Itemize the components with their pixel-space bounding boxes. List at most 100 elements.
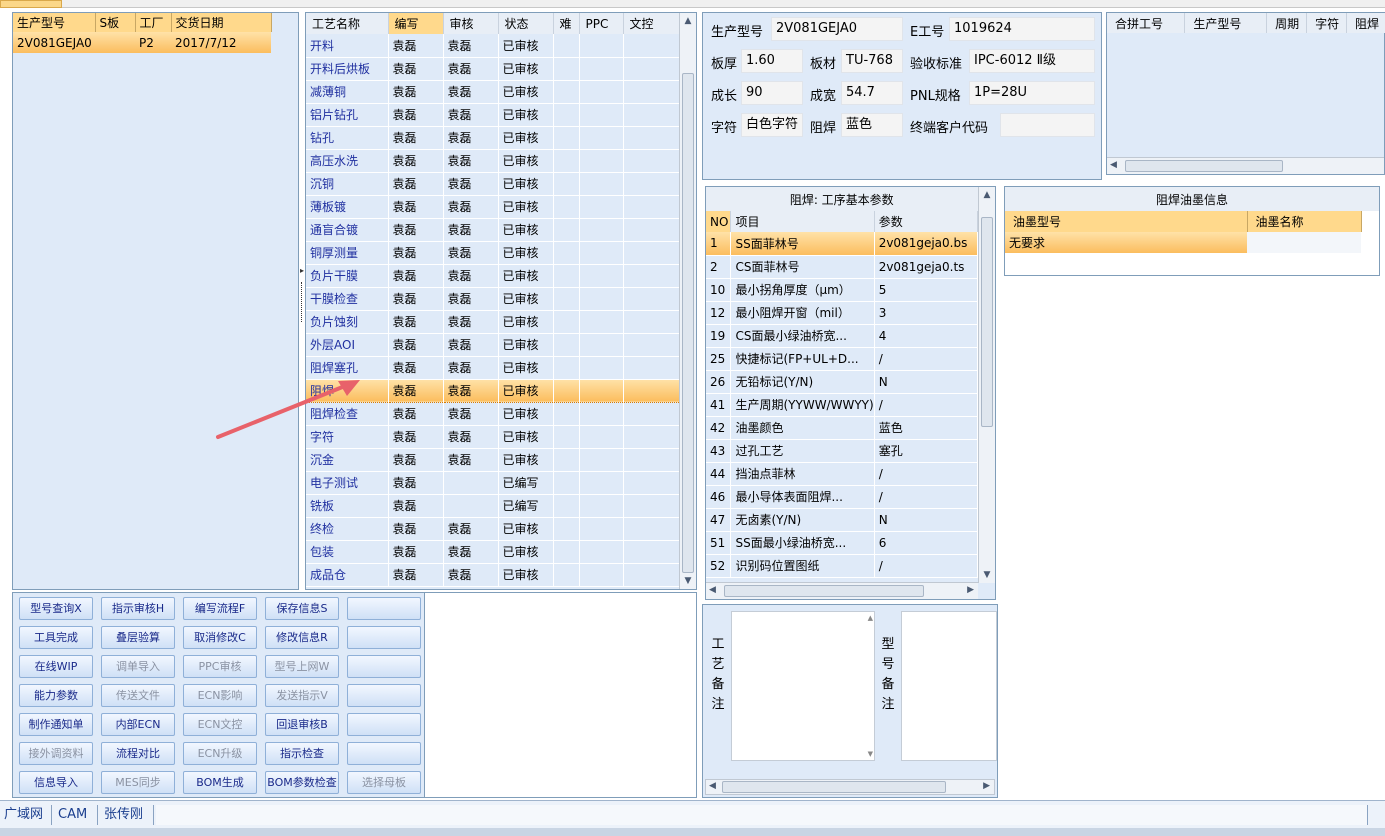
table-row[interactable]: 终检 袁磊 袁磊 已审核	[306, 517, 680, 541]
model-value-field[interactable]: 2V081GEJA0	[771, 17, 903, 41]
action-button[interactable]: 在线WIP	[19, 655, 93, 678]
col-header-param[interactable]: 参数	[874, 211, 979, 232]
col-header-s[interactable]: S板	[95, 13, 136, 32]
table-row[interactable]: 26 无铅标记(Y/N) N	[706, 370, 979, 394]
table-row[interactable]: 52 识别码位置图纸 /	[706, 554, 979, 578]
col-header-period[interactable]: 周期	[1266, 13, 1308, 33]
col-header-ppc[interactable]: PPC	[579, 13, 624, 34]
col-header-comb-no[interactable]: 合拼工号	[1107, 13, 1186, 33]
action-button[interactable]: 调单导入	[101, 655, 175, 678]
action-button[interactable]: BOM生成	[183, 771, 257, 794]
scroll-right-icon[interactable]: ▶	[967, 585, 974, 595]
table-row[interactable]: 通盲合镀 袁磊 袁磊 已审核	[306, 218, 680, 242]
table-row[interactable]: 41 生产周期(YYWW/WWYY) /	[706, 393, 979, 417]
action-button[interactable]: 信息导入	[19, 771, 93, 794]
action-button[interactable]: PPC审核	[183, 655, 257, 678]
table-row[interactable]: 开料后烘板 袁磊 袁磊 已审核	[306, 57, 680, 81]
action-button[interactable]: ECN影响	[183, 684, 257, 707]
standard-field[interactable]: IPC-6012 Ⅱ级	[969, 49, 1095, 73]
col-header-char[interactable]: 字符	[1306, 13, 1347, 33]
col-header-factory[interactable]: 工厂	[135, 13, 172, 32]
col-header-reviewer[interactable]: 审核	[443, 13, 499, 34]
action-button[interactable]: 发送指示V	[265, 684, 339, 707]
table-row[interactable]: 2V081GEJA0 P2 2017/7/12	[13, 32, 271, 53]
thickness-field[interactable]: 1.60	[741, 49, 803, 73]
action-button[interactable]: 编写流程F	[183, 597, 257, 620]
table-row[interactable]: 12 最小阻焊开窗（mil） 3	[706, 301, 979, 325]
blank-button[interactable]	[347, 597, 421, 620]
table-row[interactable]: 铣板 袁磊 已编写	[306, 494, 680, 518]
table-row[interactable]: 1 SS面菲林号 2v081geja0.bs	[706, 232, 979, 256]
action-button[interactable]: 能力参数	[19, 684, 93, 707]
action-button[interactable]: 保存信息S	[265, 597, 339, 620]
col-header-difficulty[interactable]: 难	[553, 13, 580, 34]
action-button[interactable]: 型号上网W	[265, 655, 339, 678]
action-button[interactable]: MES同步	[101, 771, 175, 794]
action-button[interactable]: ECN文控	[183, 713, 257, 736]
action-button[interactable]: 指示检查	[265, 742, 339, 765]
solder-mask-field[interactable]: 蓝色	[841, 113, 903, 137]
table-row[interactable]: 2 CS面菲林号 2v081geja0.ts	[706, 255, 979, 279]
comb-hscrollbar[interactable]: ◀	[1107, 157, 1384, 174]
scroll-thumb[interactable]	[722, 781, 946, 793]
table-row[interactable]: 电子测试 袁磊 已编写	[306, 471, 680, 495]
splitter-handle[interactable]: ▸	[299, 260, 304, 340]
width-field[interactable]: 54.7	[841, 81, 903, 105]
blank-button[interactable]	[347, 655, 421, 678]
scroll-right-icon[interactable]: ▶	[983, 781, 990, 791]
col-header-status[interactable]: 状态	[498, 13, 554, 34]
table-row[interactable]: 铜厚测量 袁磊 袁磊 已审核	[306, 241, 680, 265]
action-button[interactable]: 回退审核B	[265, 713, 339, 736]
table-row[interactable]: 51 SS面最小绿油桥宽... 6	[706, 531, 979, 555]
character-field[interactable]: 白色字符	[741, 113, 803, 137]
col-header-comb-model[interactable]: 生产型号	[1184, 13, 1268, 33]
table-row[interactable]: 44 挡油点菲林 /	[706, 462, 979, 486]
table-row[interactable]: 外层AOI 袁磊 袁磊 已审核	[306, 333, 680, 357]
action-button[interactable]: 工具完成	[19, 626, 93, 649]
scroll-down-icon[interactable]: ▼	[979, 567, 995, 583]
blank-button[interactable]	[347, 742, 421, 765]
scroll-down-icon[interactable]: ▼	[680, 573, 696, 589]
table-row[interactable]: 成品仓 袁磊 袁磊 已审核	[306, 563, 680, 587]
blank-button[interactable]	[347, 626, 421, 649]
col-header-item[interactable]: 项目	[730, 211, 875, 232]
table-row[interactable]: 铝片钻孔 袁磊 袁磊 已审核	[306, 103, 680, 127]
action-button[interactable]: 流程对比	[101, 742, 175, 765]
table-row[interactable]: 47 无卤素(Y/N) N	[706, 508, 979, 532]
col-header-ink-name[interactable]: 油墨名称	[1247, 211, 1362, 232]
action-button[interactable]: ECN升级	[183, 742, 257, 765]
scroll-up-icon[interactable]: ▲	[979, 187, 995, 203]
action-button[interactable]: 内部ECN	[101, 713, 175, 736]
process-note-textarea[interactable]: ▲ ▼	[731, 611, 875, 761]
col-header-no[interactable]: NO	[706, 211, 732, 232]
table-row[interactable]: 干膜检查 袁磊 袁磊 已审核	[306, 287, 680, 311]
action-button[interactable]: 接外调资料	[19, 742, 93, 765]
table-row[interactable]: 开料 袁磊 袁磊 已审核	[306, 34, 680, 58]
param-vscrollbar[interactable]: ▲ ▼	[978, 187, 995, 583]
scroll-left-icon[interactable]: ◀	[709, 585, 716, 595]
col-header-solder[interactable]: 阻焊	[1346, 13, 1385, 33]
col-header-doc-control[interactable]: 文控	[623, 13, 680, 34]
active-tab[interactable]	[0, 0, 62, 8]
length-field[interactable]: 90	[741, 81, 803, 105]
action-button[interactable]: 叠层验算	[101, 626, 175, 649]
table-row[interactable]: 19 CS面最小绿油桥宽... 4	[706, 324, 979, 348]
action-button[interactable]: 制作通知单	[19, 713, 93, 736]
e-no-field[interactable]: 1019624	[949, 17, 1095, 41]
table-row[interactable]: 42 油墨颜色 蓝色	[706, 416, 979, 440]
scroll-thumb[interactable]	[981, 217, 993, 427]
table-row[interactable]: 薄板镀 袁磊 袁磊 已审核	[306, 195, 680, 219]
table-row[interactable]: 沉金 袁磊 袁磊 已审核	[306, 448, 680, 472]
table-row[interactable]: 25 快捷标记(FP+UL+D... /	[706, 347, 979, 371]
scroll-thumb[interactable]	[1125, 160, 1283, 172]
table-row[interactable]: 10 最小拐角厚度（μm） 5	[706, 278, 979, 302]
col-header-writer[interactable]: 编写	[388, 13, 444, 34]
table-row[interactable]: 负片干膜 袁磊 袁磊 已审核	[306, 264, 680, 288]
col-header-date[interactable]: 交货日期	[171, 13, 272, 32]
process-scrollbar[interactable]: ▲ ▼	[679, 13, 696, 589]
table-row[interactable]: 43 过孔工艺 塞孔	[706, 439, 979, 463]
table-row[interactable]: 包装 袁磊 袁磊 已审核	[306, 540, 680, 564]
action-button[interactable]: 修改信息R	[265, 626, 339, 649]
scroll-left-icon[interactable]: ◀	[1110, 160, 1117, 170]
table-row[interactable]: 沉铜 袁磊 袁磊 已审核	[306, 172, 680, 196]
